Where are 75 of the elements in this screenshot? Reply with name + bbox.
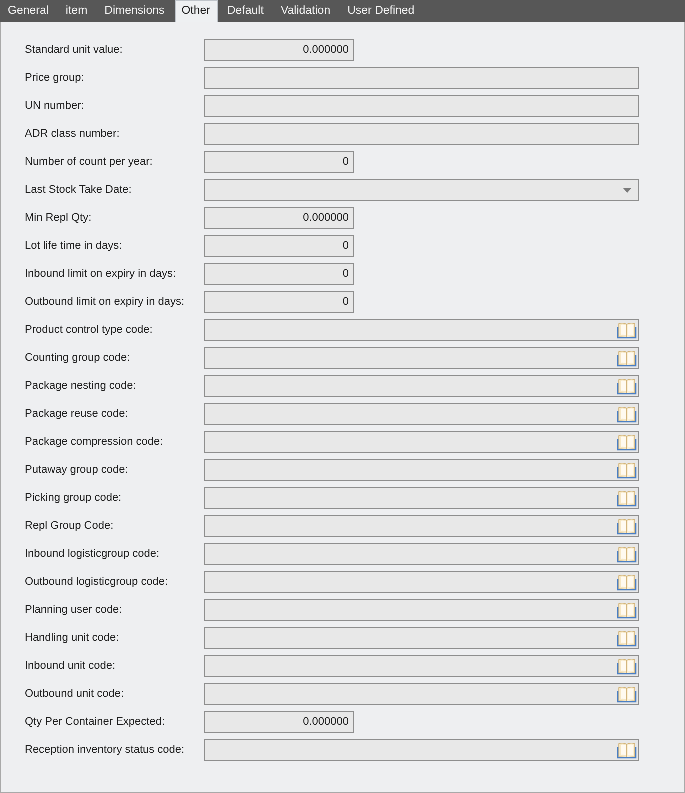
text-field[interactable] [204, 95, 639, 117]
tab[interactable]: User Defined [340, 1, 422, 22]
number-field[interactable]: 0.000000 [204, 711, 354, 733]
book-icon[interactable] [617, 433, 637, 451]
field-label: Reception inventory status code: [25, 744, 186, 756]
book-icon[interactable] [617, 685, 637, 703]
tab[interactable]: Other [174, 0, 218, 22]
tab[interactable]: Default [220, 1, 271, 22]
lookup-field[interactable] [204, 739, 639, 761]
field-label: Last Stock Take Date: [25, 184, 133, 196]
tab[interactable]: item [58, 1, 95, 22]
lookup-field[interactable] [204, 375, 639, 397]
lookup-field[interactable] [204, 627, 639, 649]
field-label: Inbound logisticgroup code: [25, 548, 161, 560]
field-label: Price group: [25, 72, 86, 84]
field-label: Picking group code: [25, 492, 123, 504]
text-field[interactable] [204, 67, 639, 89]
field-label: Package reuse code: [25, 408, 130, 420]
lookup-field[interactable] [204, 515, 639, 537]
field-label: Lot life time in days: [25, 240, 124, 252]
dropdown-field[interactable] [204, 179, 639, 201]
lookup-field[interactable] [204, 487, 639, 509]
field-label: Number of count per year: [25, 156, 154, 168]
number-field[interactable]: 0.000000 [204, 39, 354, 61]
field-label: UN number: [25, 100, 86, 112]
field-label: Outbound unit code: [25, 688, 126, 700]
number-field[interactable]: 0 [204, 291, 354, 313]
field-label: Putaway group code: [25, 464, 130, 476]
field-label: Outbound limit on expiry in days: [25, 296, 186, 308]
field-label: Package compression code: [25, 436, 164, 448]
field-label: Outbound logisticgroup code: [25, 576, 170, 588]
lookup-field[interactable] [204, 459, 639, 481]
field-label: Inbound limit on expiry in days: [25, 268, 178, 280]
book-icon[interactable] [617, 377, 637, 395]
book-icon[interactable] [617, 573, 637, 591]
book-icon[interactable] [617, 517, 637, 535]
text-field[interactable] [204, 123, 639, 145]
book-icon[interactable] [617, 657, 637, 675]
book-icon[interactable] [617, 349, 637, 367]
lookup-field[interactable] [204, 403, 639, 425]
field-label: Qty Per Container Expected: [25, 716, 166, 728]
number-field[interactable]: 0 [204, 235, 354, 257]
book-icon[interactable] [617, 461, 637, 479]
tab[interactable]: General [1, 1, 56, 22]
tab[interactable]: Validation [274, 1, 338, 22]
lookup-field[interactable] [204, 683, 639, 705]
book-icon[interactable] [617, 321, 637, 339]
lookup-field[interactable] [204, 543, 639, 565]
book-icon[interactable] [617, 545, 637, 563]
lookup-field[interactable] [204, 571, 639, 593]
field-label: Planning user code: [25, 604, 124, 616]
book-icon[interactable] [617, 601, 637, 619]
caret-icon[interactable] [623, 188, 632, 192]
number-field[interactable]: 0 [204, 151, 354, 173]
field-label: Inbound unit code: [25, 660, 117, 672]
tab[interactable]: Dimensions [98, 1, 172, 22]
lookup-field[interactable] [204, 431, 639, 453]
field-label: Counting group code: [25, 352, 132, 364]
lookup-field[interactable] [204, 319, 639, 341]
number-field[interactable]: 0 [204, 263, 354, 285]
field-label: Package nesting code: [25, 380, 138, 392]
book-icon[interactable] [617, 405, 637, 423]
book-icon[interactable] [617, 629, 637, 647]
field-label: Min Repl Qty: [25, 212, 93, 224]
lookup-field[interactable] [204, 599, 639, 621]
field-label: Product control type code: [25, 324, 154, 336]
field-label: Repl Group Code: [25, 520, 115, 532]
lookup-field[interactable] [204, 655, 639, 677]
book-icon[interactable] [617, 741, 637, 759]
book-icon[interactable] [617, 489, 637, 507]
field-label: Handling unit code: [25, 632, 120, 644]
field-label: Standard unit value: [25, 44, 124, 56]
lookup-field[interactable] [204, 347, 639, 369]
field-label: ADR class number: [25, 128, 121, 140]
number-field[interactable]: 0.000000 [204, 207, 354, 229]
